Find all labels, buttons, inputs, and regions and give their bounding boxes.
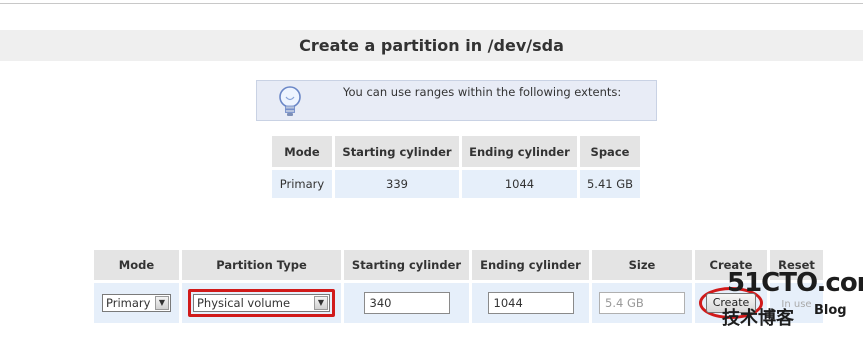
top-divider xyxy=(0,3,863,4)
start-cell: 340 xyxy=(344,283,469,323)
start-cylinder-input[interactable]: 340 xyxy=(363,292,450,314)
chevron-down-icon[interactable]: ▼ xyxy=(155,296,169,310)
page-title: Create a partition in /dev/sda xyxy=(0,30,863,61)
form-header-start: Starting cylinder xyxy=(344,250,469,280)
lightbulb-icon xyxy=(279,86,301,116)
form-header-row: Mode Partition Type Starting cylinder En… xyxy=(94,250,823,280)
chevron-down-icon[interactable]: ▼ xyxy=(314,296,328,310)
size-input[interactable]: 5.4 GB xyxy=(599,292,685,314)
info-text: You can use ranges within the following … xyxy=(343,85,622,99)
end-cell: 1044 xyxy=(472,283,589,323)
watermark-site: 51CTO.com xyxy=(727,268,863,298)
extents-table: Mode Starting cylinder Ending cylinder S… xyxy=(269,133,643,201)
table-row: Primary 339 1044 5.41 GB xyxy=(272,170,640,198)
form-header-mode: Mode xyxy=(94,250,179,280)
watermark-sub: 技术博客 xyxy=(722,308,794,329)
highlight-frame: Physical volume ▼ xyxy=(188,289,335,317)
extents-cell-end: 1044 xyxy=(462,170,577,198)
create-partition-form: Mode Partition Type Starting cylinder En… xyxy=(91,247,826,326)
extents-header-end: Ending cylinder xyxy=(462,136,577,167)
extents-cell-mode: Primary xyxy=(272,170,332,198)
mode-select-value: Primary xyxy=(106,296,151,310)
extents-header-row: Mode Starting cylinder Ending cylinder S… xyxy=(272,136,640,167)
table-row: Primary ▼ Physical volume ▼ 340 1044 5.4… xyxy=(94,283,823,323)
partition-type-select[interactable]: Physical volume ▼ xyxy=(193,294,330,312)
extents-header-space: Space xyxy=(580,136,640,167)
mode-select[interactable]: Primary ▼ xyxy=(102,294,171,312)
form-header-partition-type: Partition Type xyxy=(182,250,341,280)
mode-cell: Primary ▼ xyxy=(94,283,179,323)
extents-header-start: Starting cylinder xyxy=(335,136,459,167)
size-cell: 5.4 GB xyxy=(592,283,692,323)
extents-header-mode: Mode xyxy=(272,136,332,167)
partition-type-cell: Physical volume ▼ xyxy=(182,283,341,323)
extents-cell-space: 5.41 GB xyxy=(580,170,640,198)
form-header-end: Ending cylinder xyxy=(472,250,589,280)
extents-cell-start: 339 xyxy=(335,170,459,198)
extents-info-box: You can use ranges within the following … xyxy=(256,80,657,121)
end-cylinder-input[interactable]: 1044 xyxy=(487,292,574,314)
watermark-blog: Blog xyxy=(814,303,847,318)
partition-type-value: Physical volume xyxy=(197,296,291,310)
form-header-size: Size xyxy=(592,250,692,280)
